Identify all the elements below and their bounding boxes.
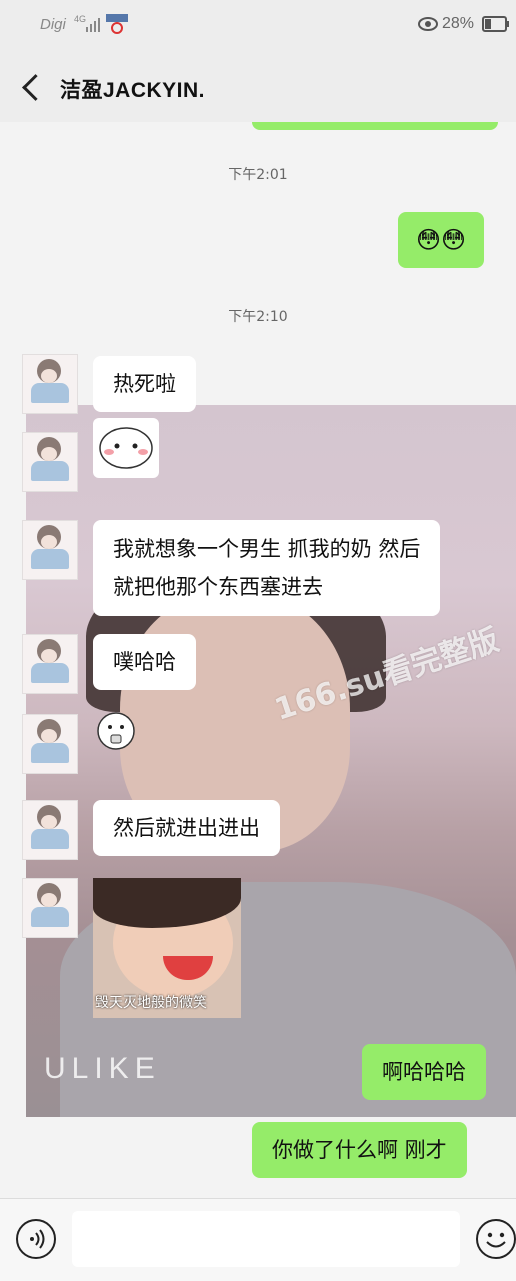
sticker-message[interactable] — [93, 708, 139, 754]
chat-area[interactable]: 下午2:01 😳😳 下午2:10 ULIKE 166.su看完整版 热死啦 我就… — [0, 122, 516, 1198]
sticker-face-icon — [99, 427, 153, 469]
message-input[interactable] — [72, 1211, 460, 1267]
received-message[interactable]: 噗哈哈 — [93, 634, 196, 690]
network-label: 4G — [74, 14, 87, 24]
back-arrow-icon[interactable] — [22, 74, 49, 101]
previous-sent-bubble — [252, 122, 498, 130]
input-bar — [0, 1198, 516, 1281]
crying-sticker-icon — [97, 712, 135, 750]
avatar[interactable] — [22, 520, 78, 580]
eye-icon — [418, 17, 438, 31]
background-overlay-text: ULIKE — [44, 1052, 161, 1085]
message-line: 就把他那个东西塞进去 — [113, 575, 323, 599]
received-message[interactable]: 我就想象一个男生 抓我的奶 然后 就把他那个东西塞进去 — [93, 520, 441, 616]
timestamp: 下午2:01 — [228, 167, 288, 183]
sticker-message[interactable] — [93, 418, 159, 478]
sent-emoji-message[interactable]: 😳😳 — [398, 212, 485, 268]
timestamp: 下午2:10 — [228, 309, 288, 325]
smiley-icon — [486, 1232, 506, 1248]
carrier-label: Digi — [40, 16, 66, 33]
voice-waves-icon — [30, 1229, 45, 1249]
app-notification-icon — [106, 14, 128, 34]
emoji-icon[interactable] — [476, 1219, 516, 1259]
battery-percent: 28% — [442, 15, 475, 32]
chat-title: 洁盈JACKYIN. — [60, 79, 206, 102]
avatar[interactable] — [22, 800, 78, 860]
avatar[interactable] — [22, 432, 78, 492]
battery-icon — [482, 16, 509, 32]
image-message[interactable]: 毁天灭地般的微笑 — [93, 878, 241, 1018]
avatar[interactable] — [22, 634, 78, 694]
signal-icon — [86, 18, 100, 32]
received-message[interactable]: 热死啦 — [93, 356, 196, 412]
sent-message[interactable]: 啊哈哈哈 — [362, 1044, 486, 1100]
voice-input-icon[interactable] — [16, 1219, 56, 1259]
avatar[interactable] — [22, 878, 78, 938]
avatar[interactable] — [22, 714, 78, 774]
image-caption: 毁天灭地般的微笑 — [95, 995, 207, 1011]
message-line: 我就想象一个男生 抓我的奶 然后 — [113, 537, 421, 561]
status-bar: Digi 4G 28% — [0, 0, 516, 50]
sent-message[interactable]: 你做了什么啊 刚才 — [252, 1122, 467, 1178]
chat-header: 洁盈JACKYIN. — [0, 50, 516, 122]
avatar[interactable] — [22, 354, 78, 414]
received-message[interactable]: 然后就进出进出 — [93, 800, 280, 856]
